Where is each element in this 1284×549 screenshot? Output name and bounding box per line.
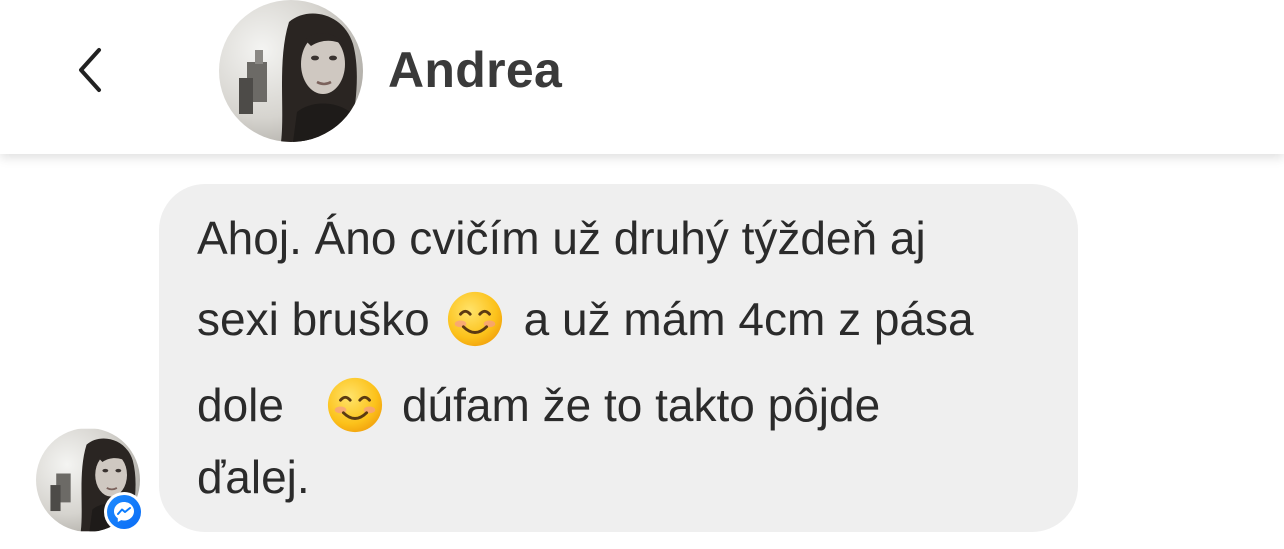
messenger-icon (114, 502, 134, 522)
message-line: dole dúfam že to takto pôjde (197, 376, 880, 434)
back-button[interactable] (62, 40, 118, 100)
messenger-badge (104, 492, 144, 532)
contact-name[interactable]: Andrea (388, 40, 562, 100)
message-bubble[interactable]: Ahoj. Áno cvičím už druhý týždeň aj sexi… (159, 184, 1078, 532)
message-line: ďalej. (197, 451, 310, 503)
message-line: sexi bruško a už mám 4cm z pása (197, 290, 974, 348)
contact-avatar[interactable] (219, 0, 363, 142)
chat-header: Andrea (0, 0, 1284, 154)
chevron-left-icon (79, 48, 101, 92)
sender-avatar-group[interactable] (36, 428, 144, 532)
message-line: Ahoj. Áno cvičím už druhý týždeň aj (197, 212, 926, 264)
smiling-face-icon (327, 377, 383, 433)
smiling-face-icon (447, 291, 502, 347)
